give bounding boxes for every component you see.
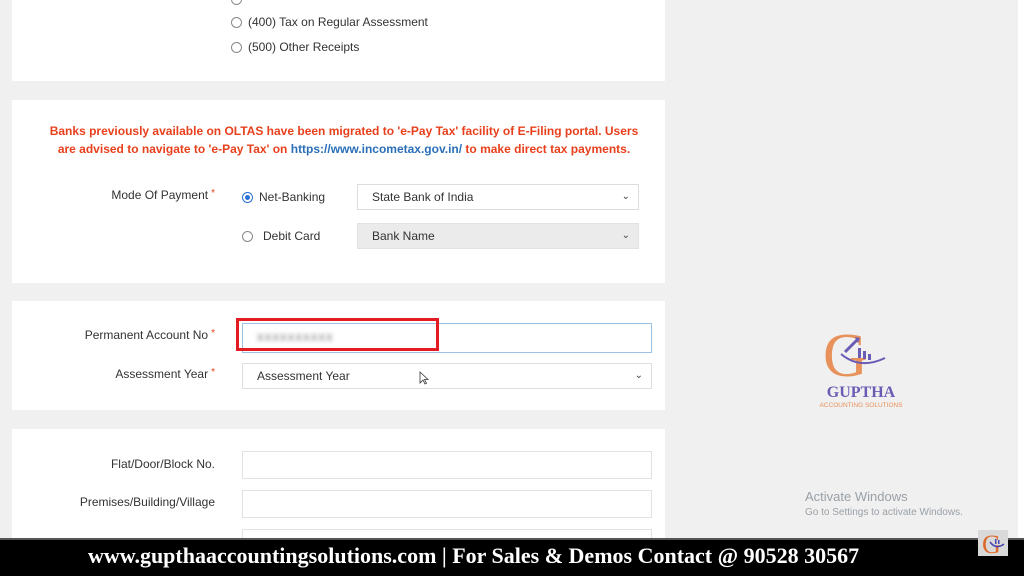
select-value: Assessment Year bbox=[257, 369, 350, 383]
required-mark: * bbox=[211, 188, 215, 199]
chevron-down-icon: ⌄ bbox=[621, 191, 630, 202]
chevron-down-icon: ⌄ bbox=[634, 370, 643, 381]
pan-input[interactable]: XXXXXXXXXX bbox=[242, 323, 652, 353]
debit-card-radio[interactable]: Debit Card bbox=[242, 229, 320, 243]
tax-type-option-partial[interactable] bbox=[231, 0, 248, 5]
notice-text-end: to make direct tax payments. bbox=[462, 142, 631, 156]
chevron-down-icon: ⌄ bbox=[621, 230, 630, 241]
select-value: State Bank of India bbox=[372, 190, 474, 204]
select-value: Bank Name bbox=[372, 229, 435, 243]
tax-type-option-500[interactable]: (500) Other Receipts bbox=[231, 40, 359, 54]
required-mark: * bbox=[211, 367, 215, 378]
footer-logo-icon: G bbox=[978, 530, 1008, 556]
flat-input[interactable] bbox=[242, 451, 652, 479]
radio-button[interactable] bbox=[242, 230, 253, 242]
net-banking-bank-select[interactable]: State Bank of India ⌄ bbox=[357, 184, 639, 210]
option-label: (500) Other Receipts bbox=[248, 40, 360, 54]
activate-title: Activate Windows bbox=[805, 489, 908, 504]
pan-value-obscured: XXXXXXXXXX bbox=[257, 332, 334, 344]
logo-tagline: ACCOUNTING SOLUTIONS bbox=[819, 402, 903, 409]
net-banking-radio[interactable]: Net-Banking bbox=[242, 190, 325, 204]
tax-type-option-400[interactable]: (400) Tax on Regular Assessment bbox=[231, 15, 428, 29]
premises-input[interactable] bbox=[242, 490, 652, 518]
assessment-year-label: Assessment Year * bbox=[115, 367, 215, 381]
pan-label: Permanent Account No * bbox=[84, 328, 215, 342]
promo-footer-banner: www.gupthaaccountingsolutions.com | For … bbox=[0, 538, 1024, 576]
radio-button[interactable] bbox=[231, 41, 242, 53]
logo-brand: GUPTHA bbox=[827, 384, 896, 401]
guptha-logo: G GUPTHA ACCOUNTING SOLUTIONS bbox=[819, 322, 903, 409]
incometax-link[interactable]: https://www.incometax.gov.in/ bbox=[291, 142, 462, 156]
page-edge bbox=[1018, 0, 1024, 538]
option-label: (400) Tax on Regular Assessment bbox=[248, 15, 428, 29]
identity-card bbox=[12, 301, 665, 410]
mouse-cursor-icon bbox=[419, 371, 429, 385]
premises-label: Premises/Building/Village bbox=[79, 495, 215, 509]
activate-windows-watermark: Activate Windows Go to Settings to activ… bbox=[805, 489, 963, 518]
footer-text: www.gupthaaccountingsolutions.com | For … bbox=[88, 543, 860, 568]
activate-subtitle: Go to Settings to activate Windows. bbox=[805, 507, 963, 518]
debit-card-bank-select[interactable]: Bank Name ⌄ bbox=[357, 223, 639, 249]
debit-card-label: Debit Card bbox=[263, 229, 321, 243]
mode-of-payment-label: Mode Of Payment * bbox=[111, 188, 215, 202]
assessment-year-select[interactable]: Assessment Year ⌄ bbox=[242, 363, 652, 389]
radio-button-selected[interactable] bbox=[242, 191, 253, 203]
net-banking-label: Net-Banking bbox=[259, 190, 326, 204]
radio-button[interactable] bbox=[231, 16, 242, 28]
logo-g-letter: G bbox=[823, 322, 868, 390]
required-mark: * bbox=[211, 328, 215, 339]
flat-label: Flat/Door/Block No. bbox=[110, 457, 215, 471]
migration-notice: Banks previously available on OLTAS have… bbox=[44, 122, 644, 158]
radio-button[interactable] bbox=[231, 0, 242, 5]
